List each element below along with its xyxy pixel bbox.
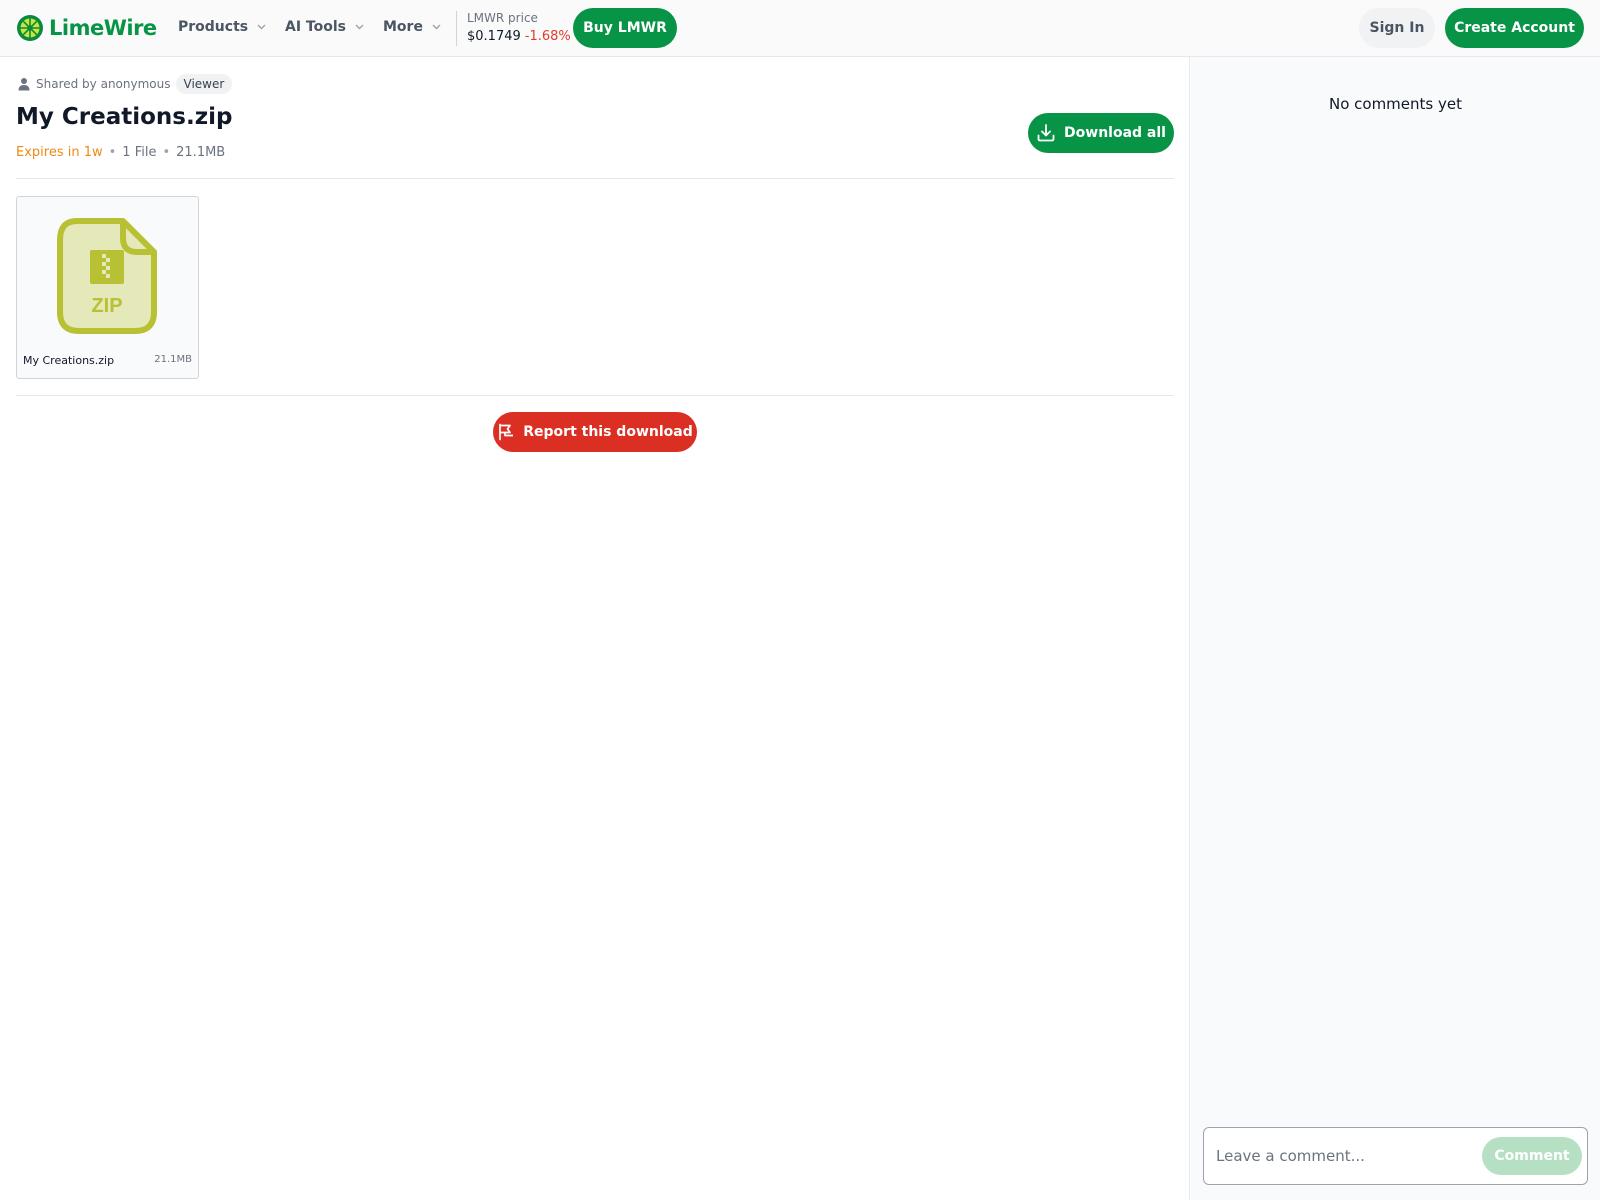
report-label: Report this download xyxy=(523,424,693,440)
download-all-button[interactable]: Download all xyxy=(1028,113,1174,153)
user-icon xyxy=(18,78,30,91)
comment-submit-button[interactable]: Comment xyxy=(1482,1137,1582,1175)
nav-products-label: Products xyxy=(178,19,249,35)
zip-file-icon: ZIP xyxy=(57,218,157,334)
shared-by-text: Shared by anonymous xyxy=(36,77,171,91)
limewire-logo-icon xyxy=(17,15,43,41)
comments-panel: No comments yet Comment xyxy=(1191,57,1600,1200)
file-size: 21.1MB xyxy=(154,354,192,365)
comment-input[interactable] xyxy=(1216,1140,1476,1172)
token-price-change: -1.68% xyxy=(524,29,571,44)
download-icon xyxy=(1037,124,1055,142)
nav-divider xyxy=(456,11,457,46)
nav-ai-tools[interactable]: AI Tools xyxy=(285,19,364,35)
expiry-text: Expires in 1w xyxy=(16,145,103,160)
total-size: 21.1MB xyxy=(176,145,226,160)
no-comments-text: No comments yet xyxy=(1328,95,1462,113)
comment-composer: Comment xyxy=(1203,1127,1588,1185)
download-all-label: Download all xyxy=(1064,125,1166,141)
divider xyxy=(16,178,1174,179)
nav-products[interactable]: Products xyxy=(178,19,266,35)
page-title: My Creations.zip xyxy=(16,104,233,130)
sign-in-button[interactable]: Sign In xyxy=(1359,8,1435,48)
token-price-label: LMWR price xyxy=(467,11,538,25)
chevron-down-icon xyxy=(432,24,441,30)
file-name: My Creations.zip xyxy=(23,354,115,367)
role-badge: Viewer xyxy=(175,74,233,94)
token-price-value: $0.1749 xyxy=(467,29,521,44)
create-account-button[interactable]: Create Account xyxy=(1445,8,1584,48)
shared-by: Shared by anonymous Viewer xyxy=(16,74,233,94)
file-count: 1 File xyxy=(122,145,157,160)
nav-more-label: More xyxy=(383,19,423,35)
meta-separator: • xyxy=(108,145,117,160)
nav-more[interactable]: More xyxy=(383,19,441,35)
report-download-button[interactable]: Report this download xyxy=(493,412,697,452)
share-meta: Expires in 1w • 1 File • 21.1MB xyxy=(16,145,225,160)
file-card[interactable]: ZIP My Creations.zip 21.1MB xyxy=(16,196,199,379)
file-type-label: ZIP xyxy=(91,295,122,317)
share-content: Shared by anonymous Viewer My Creations.… xyxy=(0,57,1190,1200)
token-price: $0.1749 -1.68% xyxy=(467,29,571,44)
meta-separator: • xyxy=(162,145,171,160)
buy-lmwr-button[interactable]: Buy LMWR xyxy=(573,8,677,48)
limewire-logo[interactable]: LimeWire xyxy=(16,14,157,42)
logo-text: LimeWire xyxy=(49,16,157,40)
divider xyxy=(16,395,1174,396)
top-navbar: LimeWire Products AI Tools More LMWR pri… xyxy=(0,0,1600,57)
chevron-down-icon xyxy=(355,24,364,30)
flag-icon xyxy=(499,423,514,441)
chevron-down-icon xyxy=(257,24,266,30)
nav-ai-tools-label: AI Tools xyxy=(285,19,346,35)
